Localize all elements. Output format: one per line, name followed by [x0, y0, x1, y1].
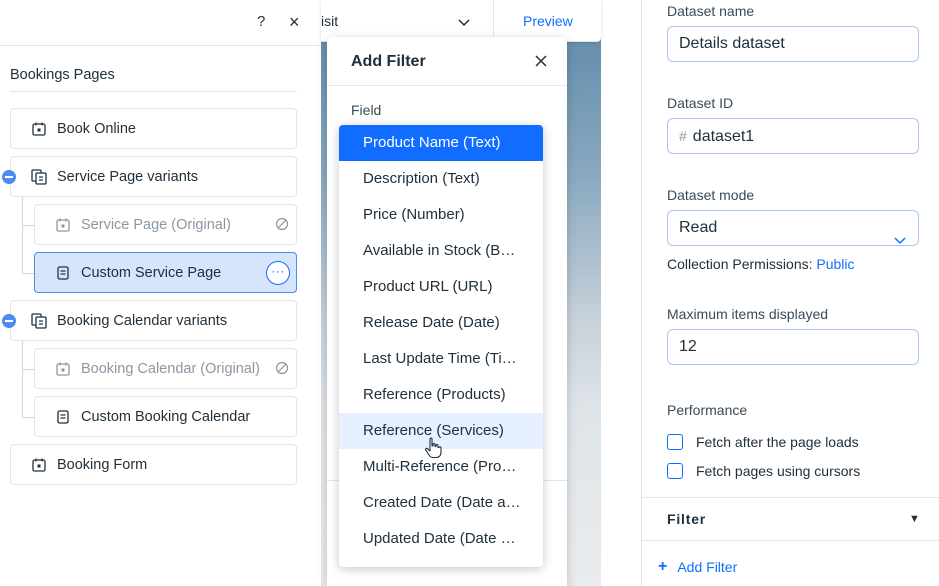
add-filter-link[interactable]: + Add Filter — [658, 558, 737, 576]
variants-icon — [31, 312, 47, 329]
max-items-label: Maximum items displayed — [667, 306, 829, 322]
page-item-booking-calendar-variants[interactable]: Booking Calendar variants — [10, 300, 297, 341]
page-item-label: Booking Calendar variants — [57, 312, 228, 329]
close-icon[interactable] — [535, 54, 547, 72]
filter-section-title[interactable]: Filter — [667, 511, 706, 527]
page-icon — [55, 409, 71, 425]
collapse-toggle-icon[interactable] — [2, 314, 16, 328]
page-item-booking-calendar-original[interactable]: Booking Calendar (Original) — [34, 348, 297, 389]
add-filter-label: Add Filter — [677, 559, 738, 575]
page-item-label: Custom Service Page — [81, 264, 222, 281]
caret-down-icon[interactable]: ▼ — [909, 513, 920, 525]
page-select[interactable]: isit — [321, 13, 338, 29]
hand-cursor-icon — [424, 437, 442, 464]
page-item-label: Service Page variants — [57, 168, 199, 185]
variants-icon — [31, 168, 47, 185]
dropdown-option[interactable]: Product URL (URL) — [339, 269, 543, 305]
dropdown-option[interactable]: Release Date (Date) — [339, 305, 543, 341]
page-item-service-page-original[interactable]: Service Page (Original) — [34, 204, 297, 245]
max-items-input[interactable]: 12 — [667, 329, 919, 365]
help-icon[interactable]: ? — [257, 13, 265, 31]
calendar-page-icon — [31, 121, 47, 137]
more-actions-button[interactable]: ··· — [266, 261, 290, 285]
canvas-top-bar: isit Preview — [321, 0, 601, 42]
panel-title: Bookings Pages — [10, 67, 115, 83]
tree-connector — [22, 225, 34, 226]
panel-header: ? × — [0, 0, 321, 46]
divider — [493, 0, 494, 42]
calendar-page-icon — [55, 217, 71, 233]
divider — [10, 91, 297, 92]
dropdown-option[interactable]: Reference (Products) — [339, 377, 543, 413]
dropdown-option[interactable]: Description (Text) — [339, 161, 543, 197]
tree-connector — [22, 273, 34, 274]
dropdown-option[interactable]: Last Update Time (Time) — [339, 341, 543, 377]
bookings-pages-panel: ? × Bookings Pages Book Online Service P… — [0, 0, 321, 586]
page-item-custom-booking-calendar[interactable]: Custom Booking Calendar — [34, 396, 297, 437]
divider — [642, 540, 939, 541]
preview-link[interactable]: Preview — [523, 13, 573, 29]
dataset-mode-value: Read — [679, 219, 718, 236]
panel-title: Add Filter — [351, 53, 426, 70]
dropdown-option[interactable]: Created Date (Date and Time) — [339, 485, 543, 521]
page-item-service-page-variants[interactable]: Service Page variants — [10, 156, 297, 197]
page-item-label: Book Online — [57, 120, 136, 137]
dataset-name-input[interactable]: Details dataset — [667, 26, 919, 62]
dropdown-option[interactable]: Updated Date (Date and Time) — [339, 521, 543, 557]
dataset-mode-label: Dataset mode — [667, 187, 755, 203]
tree-connector — [22, 417, 34, 418]
collection-permissions: Collection Permissions: Public — [667, 256, 855, 272]
calendar-page-icon — [55, 361, 71, 377]
fetch-cursors-row[interactable]: Fetch pages using cursors — [667, 463, 860, 479]
dropdown-option[interactable]: Available in Stock (Boolean) — [339, 233, 543, 269]
dataset-id-label: Dataset ID — [667, 95, 734, 111]
dataset-settings-panel: Dataset name Details dataset Dataset ID … — [641, 0, 939, 586]
calendar-page-icon — [31, 457, 47, 473]
fetch-after-load-row[interactable]: Fetch after the page loads — [667, 434, 859, 450]
permissions-link[interactable]: Public — [816, 256, 854, 272]
tree-connector — [22, 369, 34, 370]
collapse-toggle-icon[interactable] — [2, 170, 16, 184]
fetch-cursors-checkbox[interactable] — [667, 463, 683, 479]
tree-connector — [22, 197, 23, 273]
dataset-id-value: dataset1 — [692, 128, 755, 145]
dropdown-option[interactable]: Product Name (Text) — [339, 125, 543, 161]
checkbox-label: Fetch pages using cursors — [696, 463, 861, 479]
hidden-page-icon — [275, 217, 289, 235]
chevron-down-icon[interactable] — [458, 14, 470, 32]
page-item-custom-service-page[interactable]: Custom Service Page ··· — [34, 252, 297, 293]
page-item-label: Booking Form — [57, 456, 148, 473]
page-icon — [55, 265, 71, 281]
hash-icon: # — [679, 128, 687, 144]
field-label: Field — [351, 102, 382, 118]
fetch-after-load-checkbox[interactable] — [667, 434, 683, 450]
field-dropdown-list: Product Name (Text) Description (Text) P… — [339, 125, 543, 567]
dataset-mode-select[interactable]: Read — [667, 210, 919, 246]
page-item-label: Service Page (Original) — [81, 216, 231, 233]
chevron-down-icon — [894, 224, 906, 258]
dataset-id-input[interactable]: # dataset1 — [667, 118, 919, 154]
dataset-name-label: Dataset name — [667, 3, 755, 19]
page-item-booking-form[interactable]: Booking Form — [10, 444, 297, 485]
tree-connector — [22, 341, 23, 417]
dropdown-option[interactable]: Price (Number) — [339, 197, 543, 233]
page-item-label: Booking Calendar (Original) — [81, 360, 260, 377]
hidden-page-icon — [275, 361, 289, 379]
permissions-label: Collection Permissions: — [667, 256, 813, 272]
divider — [642, 497, 939, 498]
close-icon[interactable]: × — [289, 13, 300, 31]
page-item-label: Custom Booking Calendar — [81, 408, 251, 425]
divider — [327, 85, 567, 86]
performance-label: Performance — [667, 402, 748, 418]
page-item-book-online[interactable]: Book Online — [10, 108, 297, 149]
checkbox-label: Fetch after the page loads — [696, 434, 859, 450]
plus-icon: + — [658, 558, 668, 575]
